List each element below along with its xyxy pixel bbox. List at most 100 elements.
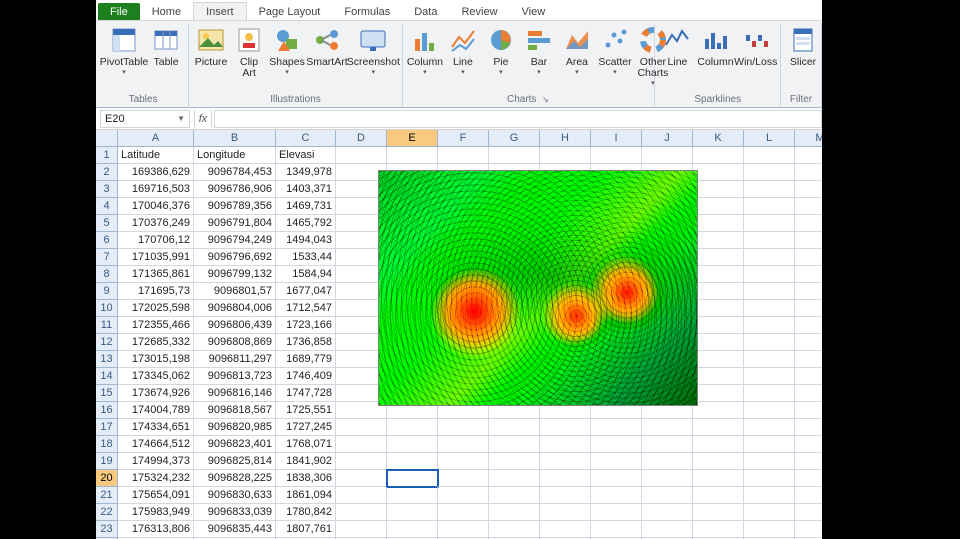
tab-view[interactable]: View	[510, 3, 558, 20]
cell-E19[interactable]	[387, 453, 438, 470]
cell-L11[interactable]	[744, 317, 795, 334]
cell-I17[interactable]	[591, 419, 642, 436]
cell-B12[interactable]: 9096808,869	[194, 334, 276, 351]
cell-K12[interactable]	[693, 334, 744, 351]
cell-B11[interactable]: 9096806,439	[194, 317, 276, 334]
cell-K3[interactable]	[693, 181, 744, 198]
cell-L5[interactable]	[744, 215, 795, 232]
cell-I19[interactable]	[591, 453, 642, 470]
cell-F22[interactable]	[438, 504, 489, 521]
cell-M6[interactable]	[795, 232, 822, 249]
bar-button[interactable]: Bar▾	[521, 23, 557, 78]
cell-D21[interactable]	[336, 487, 387, 504]
cell-A22[interactable]: 175983,949	[118, 504, 194, 521]
cell-J20[interactable]	[642, 470, 693, 487]
cell-C5[interactable]: 1465,792	[276, 215, 336, 232]
cell-B23[interactable]: 9096835,443	[194, 521, 276, 538]
cell-M10[interactable]	[795, 300, 822, 317]
cell-D23[interactable]	[336, 521, 387, 538]
cell-B6[interactable]: 9096794,249	[194, 232, 276, 249]
cell-M4[interactable]	[795, 198, 822, 215]
cell-A11[interactable]: 172355,466	[118, 317, 194, 334]
column-header-B[interactable]: B	[194, 130, 276, 147]
cell-K23[interactable]	[693, 521, 744, 538]
cell-M18[interactable]	[795, 436, 822, 453]
cell-K4[interactable]	[693, 198, 744, 215]
cell-L7[interactable]	[744, 249, 795, 266]
row-header-22[interactable]: 22	[96, 504, 118, 521]
column-header-I[interactable]: I	[591, 130, 642, 147]
cell-C3[interactable]: 1403,371	[276, 181, 336, 198]
cell-A8[interactable]: 171365,861	[118, 266, 194, 283]
cell-A17[interactable]: 174334,651	[118, 419, 194, 436]
cell-K7[interactable]	[693, 249, 744, 266]
cell-D20[interactable]	[336, 470, 387, 487]
column-header-D[interactable]: D	[336, 130, 387, 147]
cell-C22[interactable]: 1780,842	[276, 504, 336, 521]
row-header-5[interactable]: 5	[96, 215, 118, 232]
screenshot-button[interactable]: Screenshot▾	[349, 23, 398, 78]
scatter-button[interactable]: Scatter▾	[597, 23, 633, 78]
cell-K20[interactable]	[693, 470, 744, 487]
cell-C19[interactable]: 1841,902	[276, 453, 336, 470]
column-header-E[interactable]: E	[387, 130, 438, 147]
cell-B21[interactable]: 9096830,633	[194, 487, 276, 504]
cell-H21[interactable]	[540, 487, 591, 504]
table-button[interactable]: Table	[148, 23, 184, 70]
cell-C8[interactable]: 1584,94	[276, 266, 336, 283]
column-header-C[interactable]: C	[276, 130, 336, 147]
cell-L2[interactable]	[744, 164, 795, 181]
cell-A9[interactable]: 171695,73	[118, 283, 194, 300]
cell-D22[interactable]	[336, 504, 387, 521]
cell-B2[interactable]: 9096784,453	[194, 164, 276, 181]
cell-A4[interactable]: 170046,376	[118, 198, 194, 215]
cell-C14[interactable]: 1746,409	[276, 368, 336, 385]
cell-M9[interactable]	[795, 283, 822, 300]
cell-D1[interactable]	[336, 147, 387, 164]
row-header-14[interactable]: 14	[96, 368, 118, 385]
cell-C20[interactable]: 1838,306	[276, 470, 336, 487]
cell-A23[interactable]: 176313,806	[118, 521, 194, 538]
cell-K15[interactable]	[693, 385, 744, 402]
cell-J1[interactable]	[642, 147, 693, 164]
cell-J17[interactable]	[642, 419, 693, 436]
cell-M5[interactable]	[795, 215, 822, 232]
cell-B5[interactable]: 9096791,804	[194, 215, 276, 232]
tab-page-layout[interactable]: Page Layout	[247, 3, 333, 20]
fx-icon[interactable]: fx	[194, 110, 212, 128]
cell-L15[interactable]	[744, 385, 795, 402]
cell-A6[interactable]: 170706,12	[118, 232, 194, 249]
cell-J21[interactable]	[642, 487, 693, 504]
cell-L17[interactable]	[744, 419, 795, 436]
row-header-19[interactable]: 19	[96, 453, 118, 470]
row-header-7[interactable]: 7	[96, 249, 118, 266]
cell-E18[interactable]	[387, 436, 438, 453]
cell-D17[interactable]	[336, 419, 387, 436]
sp-line-button[interactable]: Line	[659, 23, 695, 70]
cell-K19[interactable]	[693, 453, 744, 470]
cell-B18[interactable]: 9096823,401	[194, 436, 276, 453]
row-header-2[interactable]: 2	[96, 164, 118, 181]
cell-M3[interactable]	[795, 181, 822, 198]
clipart-button[interactable]: ClipArt	[231, 23, 267, 81]
row-header-17[interactable]: 17	[96, 419, 118, 436]
cell-L21[interactable]	[744, 487, 795, 504]
cell-B9[interactable]: 9096801,57	[194, 283, 276, 300]
tab-review[interactable]: Review	[449, 3, 509, 20]
row-header-16[interactable]: 16	[96, 402, 118, 419]
smartart-button[interactable]: SmartArt	[307, 23, 347, 70]
tab-file[interactable]: File	[98, 3, 140, 20]
column-header-J[interactable]: J	[642, 130, 693, 147]
row-header-18[interactable]: 18	[96, 436, 118, 453]
cell-E21[interactable]	[387, 487, 438, 504]
cell-I1[interactable]	[591, 147, 642, 164]
cell-F23[interactable]	[438, 521, 489, 538]
row-header-8[interactable]: 8	[96, 266, 118, 283]
cell-L6[interactable]	[744, 232, 795, 249]
column-header-F[interactable]: F	[438, 130, 489, 147]
cell-C10[interactable]: 1712,547	[276, 300, 336, 317]
cell-L12[interactable]	[744, 334, 795, 351]
cell-H20[interactable]	[540, 470, 591, 487]
cell-H22[interactable]	[540, 504, 591, 521]
cell-A16[interactable]: 174004,789	[118, 402, 194, 419]
